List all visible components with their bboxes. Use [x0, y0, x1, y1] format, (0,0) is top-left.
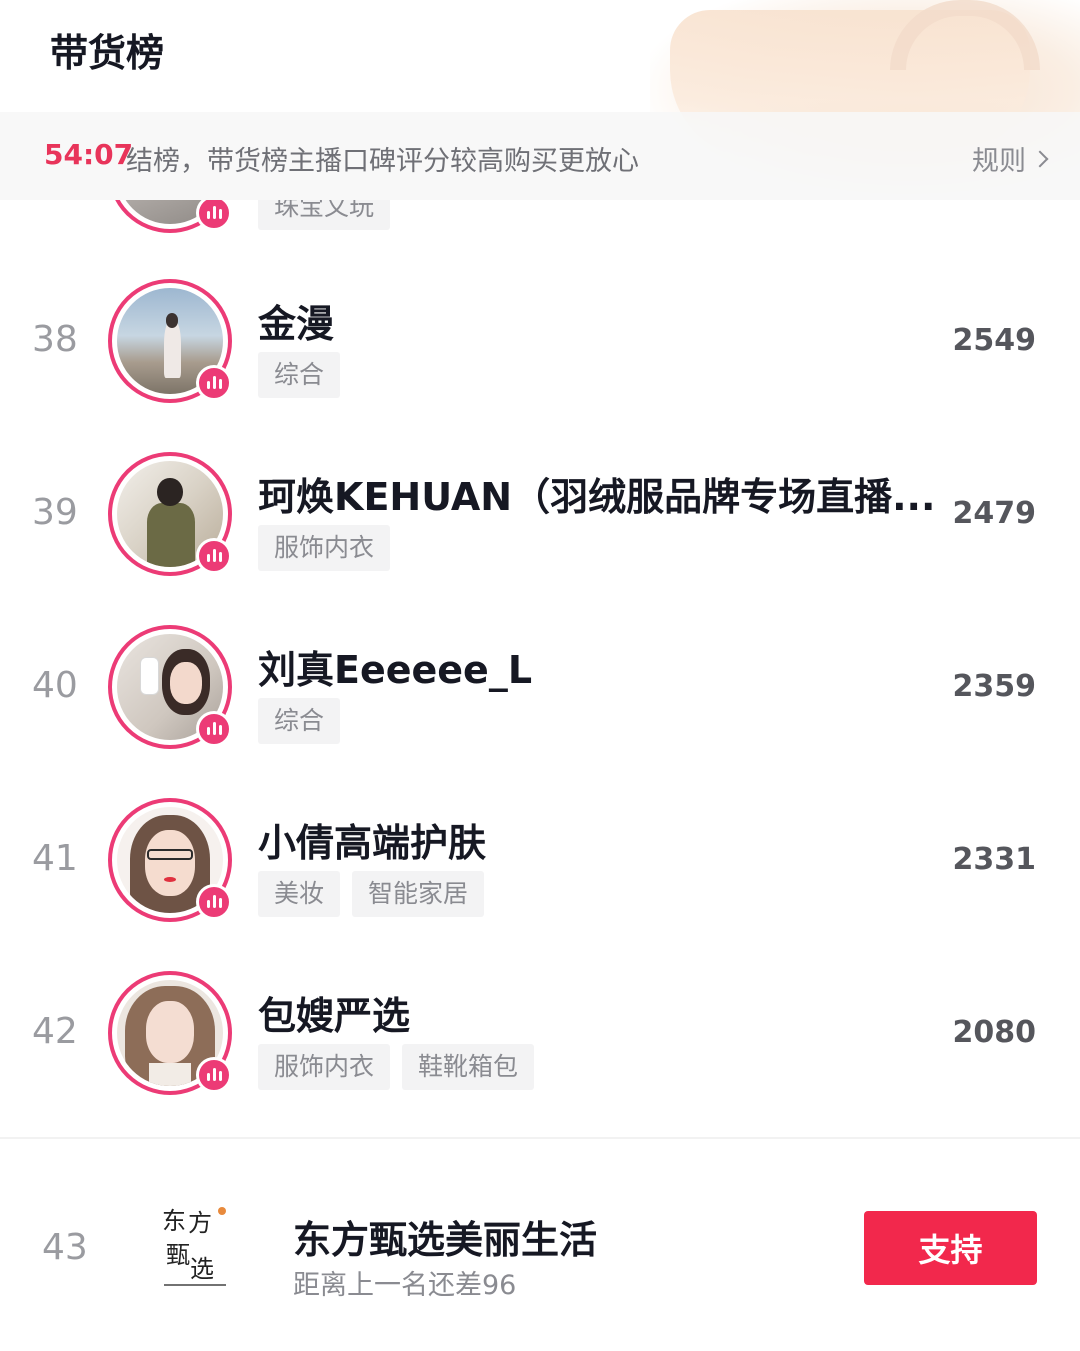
anchor-name[interactable]: 包嫂严选 [258, 985, 410, 1040]
anchor-name[interactable]: 金漫 [258, 293, 334, 348]
list-item[interactable]: 40 刘真Eeeeee_L 综合 2359 [0, 601, 1080, 774]
countdown-timer: 54:07 [44, 138, 134, 171]
category-tag: 服饰内衣 [258, 525, 391, 571]
live-bars-icon [196, 884, 232, 920]
avatar[interactable] [108, 798, 232, 922]
live-bars-icon [196, 711, 232, 747]
chevron-right-icon [1031, 150, 1049, 167]
svg-text:东: 东 [162, 1207, 186, 1235]
my-rank-number: 43 [42, 1227, 88, 1268]
category-tag: 智能家居 [352, 871, 485, 917]
avatar[interactable] [108, 279, 232, 403]
anchor-name[interactable]: 小倩高端护肤 [258, 812, 486, 867]
score-value: 2549 [952, 323, 1037, 358]
rank-number: 42 [32, 1011, 78, 1052]
category-tag: 服饰内衣 [258, 1044, 391, 1090]
rank-number: 39 [32, 492, 78, 533]
my-rank-bar: 43 东 方 甄 选 东方甄选美丽生活 距离上一名还差96 支持 [0, 1137, 1080, 1351]
my-anchor-name: 东方甄选美丽生活 [293, 1218, 598, 1262]
category-tag: 鞋靴箱包 [402, 1044, 535, 1090]
rules-label: 规则 [972, 146, 1026, 177]
svg-text:方: 方 [188, 1209, 212, 1237]
svg-text:选: 选 [190, 1255, 214, 1283]
rules-link[interactable]: 规则 [972, 139, 1049, 178]
brand-logo: 东 方 甄 选 [160, 1201, 234, 1293]
category-tag: 综合 [258, 352, 341, 398]
anchor-name[interactable]: 珂焕KEHUAN（羽绒服品牌专场直播... [258, 466, 935, 521]
gap-to-previous: 距离上一名还差96 [293, 1270, 517, 1301]
rank-number: 38 [32, 319, 78, 360]
live-bars-icon [196, 538, 232, 574]
avatar[interactable] [108, 625, 232, 749]
score-value: 2479 [952, 496, 1037, 531]
support-button[interactable]: 支持 [864, 1211, 1037, 1285]
list-item[interactable]: 42 包嫂严选 服饰内衣 鞋靴箱包 2080 [0, 947, 1080, 1120]
anchor-name[interactable]: 刘真Eeeeee_L [258, 639, 532, 694]
notice-text: 结榜，带货榜主播口碑评分较高购买更放心 [126, 146, 639, 177]
score-value: 2080 [952, 1015, 1037, 1050]
avatar[interactable] [108, 971, 232, 1095]
score-value: 2359 [952, 669, 1037, 704]
rank-number: 40 [32, 665, 78, 706]
category-tag: 美妆 [258, 871, 341, 917]
live-bars-icon [196, 365, 232, 401]
live-bars-icon [196, 195, 232, 231]
list-item[interactable]: 41 小倩高端护肤 美妆 智能家居 2331 [0, 774, 1080, 947]
svg-text:甄: 甄 [166, 1241, 190, 1269]
score-value: 2331 [952, 842, 1037, 877]
rank-number: 41 [32, 838, 78, 879]
page-title: 带货榜 [50, 31, 165, 75]
live-bars-icon [196, 1057, 232, 1093]
list-item[interactable]: 38 金漫 综合 2549 [0, 255, 1080, 428]
header: 带货榜 54:07 结榜，带货榜主播口碑评分较高购买更放心 规则 [0, 0, 1080, 200]
avatar[interactable] [108, 452, 232, 576]
category-tag: 综合 [258, 698, 341, 744]
notice-bar: 54:07 结榜，带货榜主播口碑评分较高购买更放心 规则 [0, 112, 1080, 200]
list-item[interactable]: 39 珂焕KEHUAN（羽绒服品牌专场直播... 服饰内衣 2479 [0, 428, 1080, 601]
